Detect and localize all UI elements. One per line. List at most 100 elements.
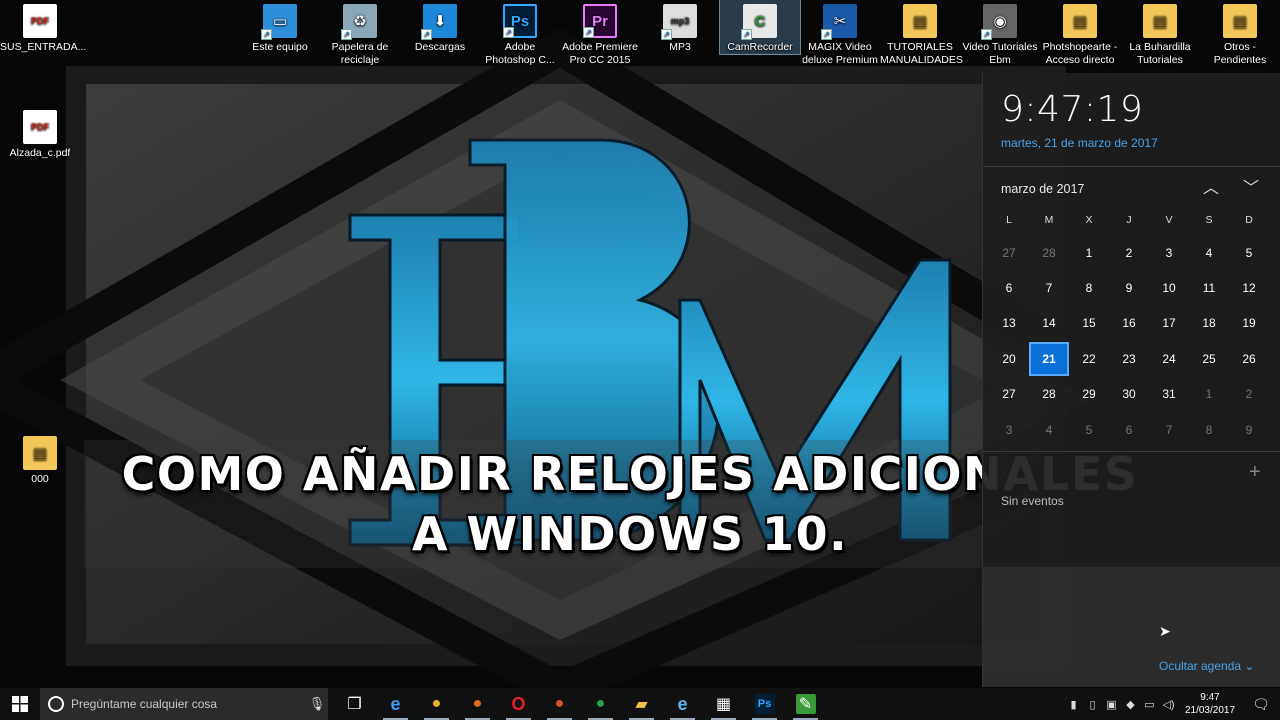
calendar-day[interactable]: 7: [1029, 270, 1069, 305]
desktop-icon[interactable]: ⬇ ↗ Descargas: [400, 0, 480, 54]
desktop-icon[interactable]: PDF Alzada_c.pdf: [0, 106, 80, 160]
calendar-month-title[interactable]: marzo de 2017: [1001, 182, 1084, 196]
calendar-day[interactable]: 26: [1229, 341, 1269, 376]
desktop-icon[interactable]: ▤ Photshopearte - Acceso directo: [1040, 0, 1120, 67]
calendar-day[interactable]: 8: [1069, 270, 1109, 305]
calendar-day[interactable]: 19: [1229, 306, 1269, 341]
calendar-day[interactable]: 27: [989, 377, 1029, 412]
calendar-day[interactable]: 5: [1069, 412, 1109, 447]
calendar-day[interactable]: 23: [1109, 341, 1149, 376]
flyout-date-link[interactable]: martes, 21 de marzo de 2017: [1001, 136, 1158, 150]
taskbar-app-button[interactable]: e: [662, 688, 703, 720]
desktop-icon[interactable]: ▭ ↗ Este equipo: [240, 0, 320, 54]
chevron-down-icon[interactable]: ﹀: [1239, 177, 1263, 201]
chevron-up-icon[interactable]: ︿: [1199, 177, 1223, 201]
office-icon[interactable]: ▮: [1064, 688, 1083, 720]
microphone-icon[interactable]: 🎙: [306, 696, 328, 712]
taskbar-app-button[interactable]: ●: [580, 688, 621, 720]
calendar-day[interactable]: 6: [1109, 412, 1149, 447]
taskbar-app-button[interactable]: ▦: [703, 688, 744, 720]
taskbar-app-button[interactable]: ❐: [334, 688, 375, 720]
calendar-day-number: 23: [1122, 351, 1136, 366]
calendar-day[interactable]: 17: [1149, 306, 1189, 341]
desktop-icon[interactable]: mp3 ↗ MP3: [640, 0, 720, 54]
taskbar-app-button[interactable]: ▰: [621, 688, 662, 720]
battery-icon[interactable]: ▯: [1083, 688, 1102, 720]
desktop-icon[interactable]: Pr ↗ Adobe Premiere Pro CC 2015: [560, 0, 640, 67]
hide-agenda-link[interactable]: Ocultar agenda ⌄: [1159, 659, 1254, 673]
calendar-day[interactable]: 2: [1109, 235, 1149, 270]
calendar-day[interactable]: 20: [989, 341, 1029, 376]
calendar-day[interactable]: 31: [1149, 377, 1189, 412]
desktop-icon[interactable]: ▤ TUTORIALES MANUALIDADES: [880, 0, 963, 67]
calendar-day[interactable]: 5: [1229, 235, 1269, 270]
calendar-day[interactable]: 24: [1149, 341, 1189, 376]
desktop-icon[interactable]: ◉ ↗ Video Tutoriales Ebm: [960, 0, 1040, 67]
desktop-icon[interactable]: Ps ↗ Adobe Photoshop C...: [480, 0, 560, 67]
taskbar-app-button[interactable]: O: [498, 688, 539, 720]
calendar-week-row: 13 14 15 16 17 18 19: [989, 306, 1275, 341]
network-icon[interactable]: ▭: [1140, 688, 1159, 720]
calendar-day[interactable]: 9: [1229, 412, 1269, 447]
calendar-day[interactable]: 1: [1189, 377, 1229, 412]
calendar-day-number: 13: [1002, 316, 1016, 331]
calendar-day[interactable]: 7: [1149, 412, 1189, 447]
calendar-day[interactable]: 3: [1149, 235, 1189, 270]
taskbar-app-button[interactable]: Ps: [744, 688, 785, 720]
calendar-day-number: 1: [1085, 245, 1093, 260]
calendar-day-today[interactable]: 21: [1029, 341, 1069, 376]
taskbar-app-button[interactable]: e: [375, 688, 416, 720]
desktop-icon[interactable]: ▤ La Buhardilla Tutoriales: [1120, 0, 1200, 67]
taskbar-app-button[interactable]: ●: [457, 688, 498, 720]
shortcut-arrow-icon: ↗: [261, 29, 272, 40]
calendar-day[interactable]: 14: [1029, 306, 1069, 341]
calendar-day[interactable]: 22: [1069, 341, 1109, 376]
calendar-day[interactable]: 3: [989, 412, 1029, 447]
calendar-day[interactable]: 28: [1029, 235, 1069, 270]
chevron-icon[interactable]: ◆: [1121, 688, 1140, 720]
taskbar-clock[interactable]: 9:47 21/03/2017: [1178, 691, 1242, 717]
shortcut-arrow-icon: ↗: [583, 27, 594, 38]
calendar-day[interactable]: 1: [1069, 235, 1109, 270]
desktop-icon-label: 000: [31, 473, 49, 485]
desktop-icon[interactable]: ▤ Otros - Pendientes: [1200, 0, 1280, 67]
calendar-day[interactable]: 16: [1109, 306, 1149, 341]
calendar-day[interactable]: 11: [1189, 270, 1229, 305]
desktop-icon[interactable]: PDF SUS_ENTRADA...: [0, 0, 86, 54]
action-center-icon[interactable]: 🗨: [1242, 696, 1280, 713]
shortcut-arrow-icon: ↗: [503, 27, 514, 38]
calendar-day[interactable]: 12: [1229, 270, 1269, 305]
taskbar-apps: ❐ e ● ● O ● ● ▰ e ▦ Ps ✎: [334, 688, 826, 720]
calendar-day[interactable]: 25: [1189, 341, 1229, 376]
calendar-day-number: 17: [1162, 316, 1176, 331]
calendar-day[interactable]: 6: [989, 270, 1029, 305]
photoshop-icon: Ps ↗: [503, 4, 537, 38]
taskbar-app-button[interactable]: ●: [539, 688, 580, 720]
calendar-day[interactable]: 9: [1109, 270, 1149, 305]
cortana-search-box[interactable]: Pregúntame cualquier cosa 🎙: [40, 688, 328, 720]
volume-icon[interactable]: ◁): [1159, 688, 1178, 720]
calendar-day[interactable]: 2: [1229, 377, 1269, 412]
desktop-icon-label: CamRecorder: [727, 41, 793, 53]
calendar-day[interactable]: 4: [1029, 412, 1069, 447]
taskbar-app-button[interactable]: ✎: [785, 688, 826, 720]
calendar-day[interactable]: 28: [1029, 377, 1069, 412]
calendar-day[interactable]: 30: [1109, 377, 1149, 412]
camtasia-tray-icon[interactable]: ▣: [1102, 688, 1121, 720]
desktop-icon[interactable]: ✂ ↗ MAGIX Video deluxe Premium: [800, 0, 880, 67]
taskbar-app-button[interactable]: ●: [416, 688, 457, 720]
desktop-icon[interactable]: ♻ ↗ Papelera de reciclaje: [320, 0, 400, 67]
calendar-day[interactable]: 8: [1189, 412, 1229, 447]
desktop-icon-label: Otros - Pendientes: [1213, 41, 1267, 66]
desktop-icon[interactable]: ▤ 000: [0, 432, 80, 486]
add-event-button[interactable]: +: [1249, 461, 1261, 484]
calendar-day[interactable]: 15: [1069, 306, 1109, 341]
calendar-day[interactable]: 18: [1189, 306, 1229, 341]
calendar-day[interactable]: 27: [989, 235, 1029, 270]
calendar-day[interactable]: 4: [1189, 235, 1229, 270]
start-button[interactable]: [0, 688, 40, 720]
calendar-day[interactable]: 10: [1149, 270, 1189, 305]
desktop-icon[interactable]: C ↗ CamRecorder: [719, 0, 801, 55]
calendar-day[interactable]: 29: [1069, 377, 1109, 412]
calendar-day[interactable]: 13: [989, 306, 1029, 341]
